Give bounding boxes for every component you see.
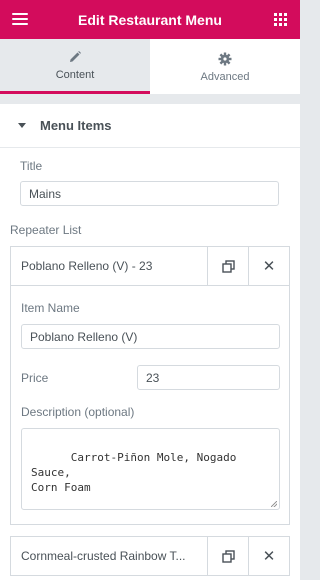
title-input-value: Mains (29, 186, 62, 201)
tab-content-label: Content (55, 69, 95, 81)
editor-header: Edit Restaurant Menu (0, 0, 300, 39)
duplicate-icon (221, 259, 235, 273)
repeater-item-title[interactable]: Poblano Relleno (V) - 23 (11, 259, 207, 273)
repeater-item-header: Cornmeal-crusted Rainbow T... ✕ (11, 537, 289, 575)
gear-icon (218, 51, 232, 67)
tab-advanced-label: Advanced (200, 70, 250, 83)
close-icon: ✕ (262, 257, 276, 275)
repeater-item: Poblano Relleno (V) - 23 ✕ Item Name Pob… (10, 246, 290, 525)
content-panel: Menu Items Title Mains Repeater List Pob… (0, 104, 300, 580)
description-textarea[interactable]: Carrot-Piñon Mole, Nogado Sauce, Corn Fo… (21, 428, 280, 510)
remove-button[interactable]: ✕ (248, 247, 289, 285)
repeater-item-title[interactable]: Cornmeal-crusted Rainbow T... (11, 549, 207, 563)
item-name-value: Poblano Relleno (V) (30, 329, 138, 344)
price-input[interactable]: 23 (137, 365, 280, 390)
item-name-label: Item Name (21, 301, 80, 315)
remove-button[interactable]: ✕ (248, 537, 289, 575)
panel-tabs: Content Advanced (0, 39, 300, 94)
tab-advanced[interactable]: Advanced (150, 39, 300, 94)
section-label: Menu Items (40, 118, 112, 133)
hamburger-icon[interactable] (12, 13, 28, 26)
caret-down-icon (18, 123, 26, 128)
price-label: Price (21, 371, 49, 385)
duplicate-icon (221, 549, 235, 563)
price-value: 23 (146, 370, 160, 385)
repeater-label: Repeater List (10, 223, 82, 237)
grid-icon[interactable] (274, 13, 287, 26)
repeater-item-collapsed: Cornmeal-crusted Rainbow T... ✕ (10, 536, 290, 576)
duplicate-button[interactable] (207, 247, 248, 285)
duplicate-button[interactable] (207, 537, 248, 575)
close-icon: ✕ (262, 547, 276, 565)
description-value: Carrot-Piñon Mole, Nogado Sauce, Corn Fo… (31, 451, 237, 494)
pencil-icon (68, 49, 82, 65)
repeater-item-header: Poblano Relleno (V) - 23 ✕ (11, 247, 289, 286)
description-label: Description (optional) (21, 405, 135, 419)
item-name-input[interactable]: Poblano Relleno (V) (21, 324, 280, 349)
title-input[interactable]: Mains (20, 181, 279, 206)
section-menu-items[interactable]: Menu Items (0, 104, 300, 148)
resize-handle[interactable] (271, 501, 277, 507)
editor-title: Edit Restaurant Menu (78, 11, 222, 28)
tab-content[interactable]: Content (0, 39, 150, 94)
title-label: Title (20, 159, 43, 173)
